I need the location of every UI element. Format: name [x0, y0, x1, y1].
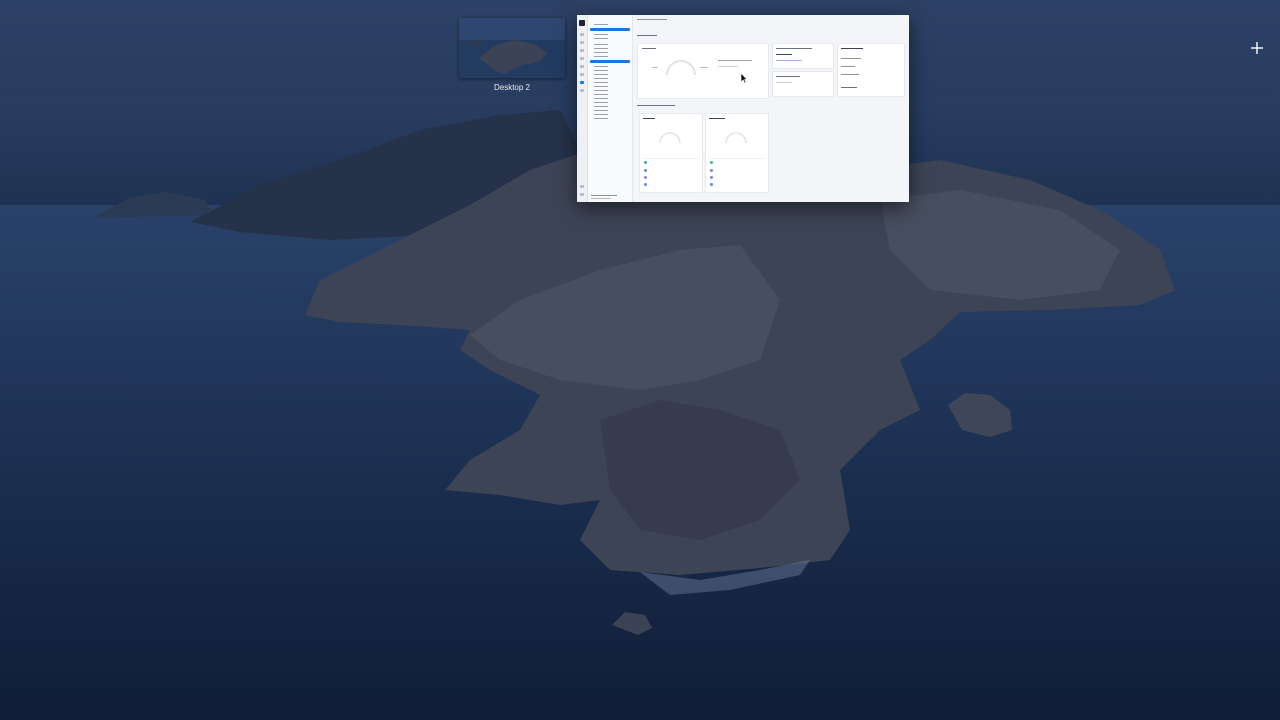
status-icon [644, 176, 647, 179]
card-title [642, 48, 656, 49]
sidebar-item[interactable] [590, 73, 630, 76]
sidebar-item-selected[interactable] [590, 28, 630, 31]
desktop-label: Desktop 2 [493, 83, 531, 92]
plus-icon[interactable] [1249, 40, 1265, 56]
sidebar-item[interactable] [590, 77, 630, 80]
gauge-max-label [700, 67, 708, 68]
sidebar-item[interactable] [590, 43, 630, 46]
account-detail [591, 198, 611, 199]
sidebar-item[interactable] [590, 81, 630, 84]
card-detail [718, 66, 738, 67]
sidebar-item[interactable] [590, 105, 630, 108]
sidebar-item[interactable] [590, 93, 630, 96]
status-icon [710, 176, 713, 179]
info-card [772, 43, 834, 69]
section-title-2 [637, 105, 675, 106]
sidebar-item[interactable] [590, 37, 630, 40]
quick-link[interactable] [841, 87, 857, 88]
settings-icon[interactable] [580, 185, 584, 188]
info-card-link[interactable] [776, 60, 802, 61]
info-card-2 [772, 71, 834, 97]
desktop-thumbnail-image [459, 18, 565, 78]
sidebar-item[interactable] [590, 101, 630, 104]
device-gauge [725, 132, 747, 144]
sidebar-item[interactable] [590, 113, 630, 116]
device-card-2 [705, 113, 769, 193]
info-card-title [776, 48, 812, 49]
sidebar-item[interactable] [590, 117, 630, 120]
info-card-title [776, 76, 800, 77]
quick-link[interactable] [841, 74, 859, 75]
sidebar-item-active[interactable] [590, 60, 630, 63]
status-icon [710, 183, 713, 186]
nav-icon[interactable] [580, 65, 584, 68]
status-icon [710, 169, 713, 172]
nav-icon[interactable] [580, 89, 584, 92]
section-title [637, 35, 657, 36]
divider [709, 158, 765, 159]
sidebar-item[interactable] [590, 69, 630, 72]
app-logo-icon [579, 20, 585, 26]
account-name [591, 195, 617, 196]
device-title [709, 118, 725, 119]
gauge-min-label [652, 67, 658, 68]
device-card-1 [639, 113, 703, 193]
quick-links-card [837, 43, 905, 97]
status-icon [710, 161, 713, 164]
usage-gauge [666, 60, 696, 76]
sidebar-item[interactable] [590, 65, 630, 68]
sidebar-item[interactable] [590, 33, 630, 36]
nav-icon[interactable] [580, 73, 584, 76]
status-icon [644, 183, 647, 186]
nav-icon[interactable] [580, 33, 584, 36]
card-summary [718, 60, 752, 61]
status-icon [644, 161, 647, 164]
sidebar-item[interactable] [590, 23, 630, 26]
info-card-detail [776, 82, 792, 83]
sidebar [588, 15, 633, 202]
device-gauge [659, 132, 681, 144]
status-icon [644, 169, 647, 172]
info-card-value [776, 54, 792, 55]
quick-links-title [841, 48, 863, 49]
desktop-2-thumbnail[interactable] [459, 18, 565, 78]
nav-icon-active[interactable] [580, 81, 584, 84]
icon-rail [577, 15, 588, 202]
quick-link[interactable] [841, 66, 855, 67]
main-content [633, 15, 909, 202]
nav-icon[interactable] [580, 49, 584, 52]
device-title [643, 118, 655, 119]
nav-icon[interactable] [580, 41, 584, 44]
quick-link[interactable] [841, 58, 861, 59]
sidebar-item[interactable] [590, 97, 630, 100]
sidebar-item[interactable] [590, 109, 630, 112]
nav-icon[interactable] [580, 57, 584, 60]
help-icon[interactable] [580, 193, 584, 196]
sidebar-item[interactable] [590, 55, 630, 58]
sidebar-item[interactable] [590, 47, 630, 50]
breadcrumb [637, 19, 667, 20]
sidebar-item[interactable] [590, 89, 630, 92]
overview-card [637, 43, 769, 99]
app-window[interactable] [577, 15, 909, 202]
sidebar-item[interactable] [590, 51, 630, 54]
sidebar-item[interactable] [590, 85, 630, 88]
divider [643, 158, 699, 159]
mouse-cursor-icon [740, 72, 748, 84]
